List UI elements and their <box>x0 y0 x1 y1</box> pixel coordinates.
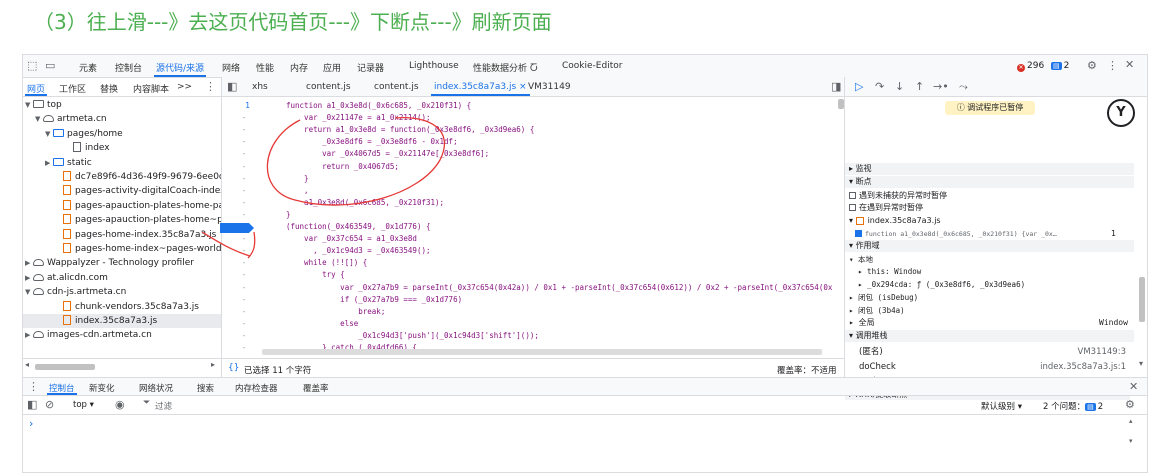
red-annotation-circle <box>266 116 446 206</box>
red-annotation-line <box>201 231 251 257</box>
red-annotation-hook <box>247 231 256 259</box>
annotation-overlay <box>201 116 446 259</box>
